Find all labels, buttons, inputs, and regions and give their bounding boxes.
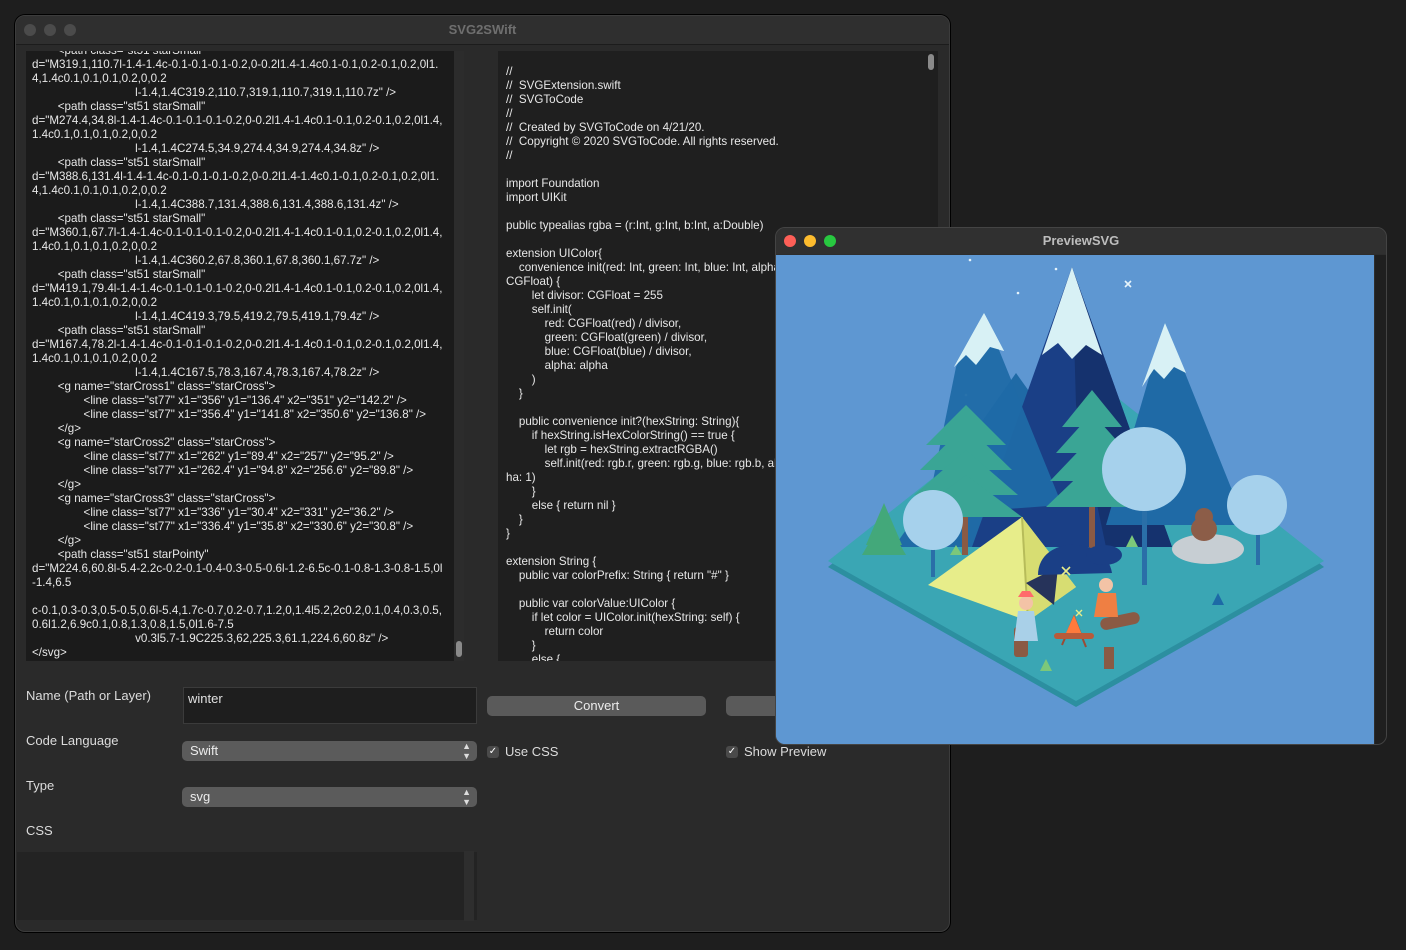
type-label: Type — [26, 778, 55, 793]
svg-source-scrollbar[interactable] — [454, 51, 464, 661]
chevron-updown-icon: ▲ ▼ — [462, 787, 471, 807]
chevron-updown-icon: ▲ ▼ — [462, 741, 471, 761]
css-label: CSS — [26, 823, 53, 838]
code-output-scrollbar[interactable] — [926, 51, 936, 251]
scroll-thumb[interactable] — [456, 641, 462, 657]
code-language-select[interactable]: Swift ▲ ▼ — [182, 741, 477, 761]
checkbox-check-icon: ✓ — [487, 745, 499, 758]
code-language-value: Swift — [190, 743, 219, 758]
star-icon — [968, 258, 972, 262]
star-icon — [1054, 267, 1058, 271]
show-preview-checkbox[interactable]: ✓ Show Preview — [726, 744, 826, 759]
css-input[interactable] — [16, 851, 478, 921]
svg-source-text[interactable]: <path class="st51 starSmall" d="M319.1,1… — [32, 51, 444, 660]
preview-titlebar: PreviewSVG — [776, 228, 1386, 254]
star-icon — [1016, 291, 1020, 295]
svg-preview-canvas — [776, 255, 1374, 744]
name-label: Name (Path or Layer) — [26, 688, 151, 703]
preview-window: PreviewSVG — [775, 227, 1387, 745]
preview-title: PreviewSVG — [1042, 233, 1120, 248]
css-scrollbar[interactable] — [464, 851, 474, 921]
convert-button[interactable]: Convert — [487, 696, 706, 716]
dome-rock-small — [1086, 545, 1122, 565]
winter-camp-illustration — [776, 255, 1374, 744]
code-output-text[interactable]: // // SVGExtension.swift // SVGToCode //… — [506, 65, 786, 661]
show-preview-label: Show Preview — [744, 744, 827, 759]
use-css-label: Use CSS — [505, 744, 559, 759]
svg-source-editor[interactable]: <path class="st51 starSmall" d="M319.1,1… — [26, 51, 454, 661]
preview-side-panel — [1375, 255, 1386, 744]
name-input[interactable]: winter — [183, 687, 477, 724]
use-css-checkbox[interactable]: ✓ Use CSS — [487, 744, 558, 759]
window-title: SVG2SWift — [448, 22, 517, 37]
code-language-label: Code Language — [26, 733, 119, 748]
checkbox-check-icon: ✓ — [726, 745, 738, 758]
scroll-thumb[interactable] — [928, 54, 934, 70]
type-value: svg — [190, 789, 211, 804]
main-titlebar: SVG2SWift — [16, 16, 949, 45]
type-select[interactable]: svg ▲ ▼ — [182, 787, 477, 807]
stump — [1104, 647, 1114, 669]
